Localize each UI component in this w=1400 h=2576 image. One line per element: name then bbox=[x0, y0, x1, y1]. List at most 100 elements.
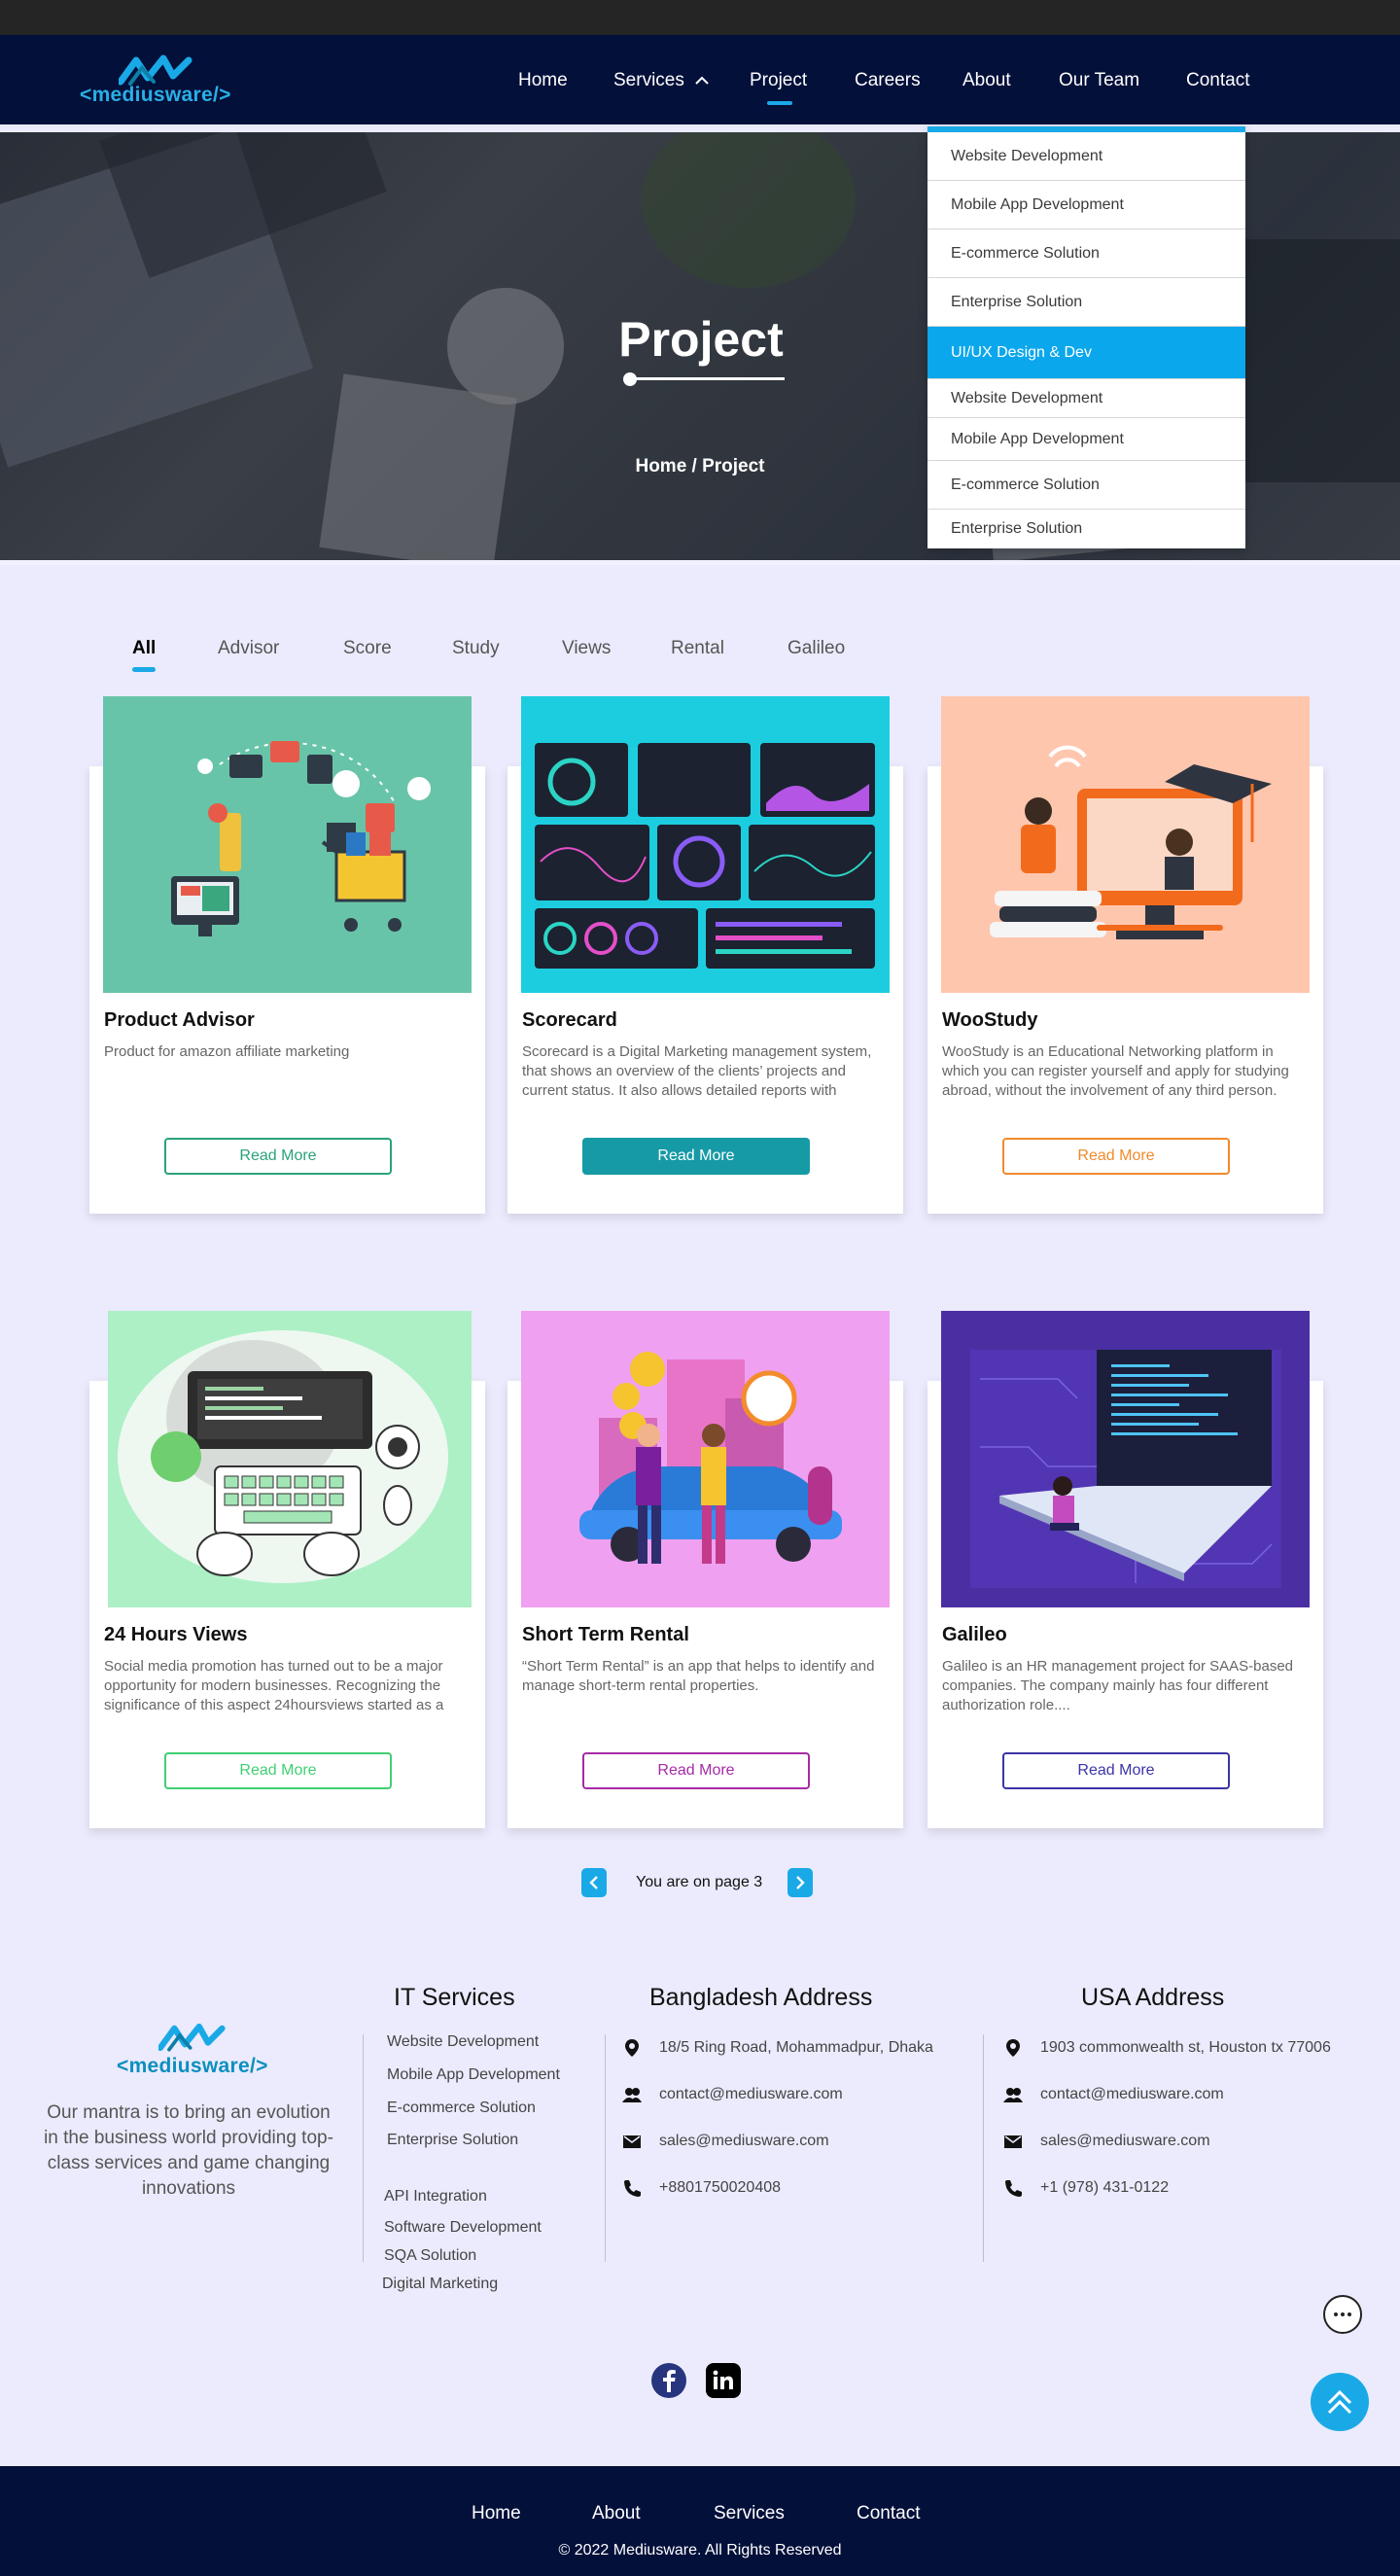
service-link[interactable]: Website Development bbox=[387, 2033, 539, 2051]
filter-tab-advisor[interactable]: Advisor bbox=[218, 638, 279, 659]
isometric-laptop-illustration-icon bbox=[970, 1350, 1281, 1588]
read-more-button[interactable]: Read More bbox=[1002, 1752, 1230, 1789]
project-description: Product for amazon affiliate marketing bbox=[104, 1043, 350, 1060]
project-card: Short Term Rental “Short Term Rental” is… bbox=[508, 1311, 903, 1828]
service-link[interactable]: Mobile App Development bbox=[387, 2066, 560, 2084]
nav-about[interactable]: About bbox=[962, 70, 1011, 91]
project-title: Scorecard bbox=[522, 1009, 617, 1031]
location-pin-icon bbox=[625, 2039, 639, 2057]
project-card: Product Advisor Product for amazon affil… bbox=[89, 696, 485, 1214]
nav-project[interactable]: Project bbox=[750, 70, 807, 91]
chat-button[interactable] bbox=[1323, 2295, 1362, 2334]
footer-link-contact[interactable]: Contact bbox=[857, 2503, 920, 2524]
project-card: Galileo Galileo is an HR management proj… bbox=[928, 1311, 1323, 1828]
dropdown-item[interactable]: E-commerce Solution bbox=[928, 461, 1245, 510]
ecommerce-illustration-icon bbox=[171, 741, 431, 936]
main-nav: Home Services Project Careers About Our … bbox=[0, 35, 1400, 128]
read-more-button[interactable]: Read More bbox=[164, 1752, 392, 1789]
nav-home[interactable]: Home bbox=[518, 70, 568, 91]
envelope-icon bbox=[1004, 2135, 1022, 2148]
usa-sales-email[interactable]: sales@mediusware.com bbox=[1040, 2133, 1210, 2150]
project-card: WooStudy WooStudy is an Educational Netw… bbox=[928, 696, 1323, 1214]
nav-services[interactable]: Services bbox=[613, 70, 709, 91]
title-underline-dot bbox=[623, 372, 637, 386]
project-image[interactable] bbox=[103, 696, 472, 993]
footer-logo-text: <mediusware/> bbox=[117, 2055, 268, 2077]
scroll-to-top-button[interactable] bbox=[1311, 2373, 1369, 2431]
phone-icon bbox=[624, 2180, 641, 2197]
service-link[interactable]: API Integration bbox=[384, 2188, 487, 2205]
dropdown-item[interactable]: Mobile App Development bbox=[928, 181, 1245, 229]
usa-phone-number[interactable]: +1 (978) 431-0122 bbox=[1040, 2179, 1169, 2197]
project-title: WooStudy bbox=[942, 1009, 1038, 1031]
dropdown-item[interactable]: Enterprise Solution bbox=[928, 278, 1245, 327]
service-link[interactable]: Digital Marketing bbox=[382, 2276, 498, 2293]
services-dropdown: Website Development Mobile App Developme… bbox=[928, 126, 1245, 548]
project-description: Social media promotion has turned out to… bbox=[104, 1658, 444, 1713]
usa-contact-email[interactable]: contact@mediusware.com bbox=[1040, 2086, 1224, 2103]
chat-bubble-icon bbox=[1334, 2312, 1351, 2316]
read-more-button[interactable]: Read More bbox=[1002, 1138, 1230, 1175]
service-link[interactable]: Software Development bbox=[384, 2219, 542, 2237]
project-image[interactable] bbox=[108, 1311, 472, 1607]
facebook-link[interactable] bbox=[651, 2363, 686, 2398]
project-title: Product Advisor bbox=[104, 1009, 255, 1031]
filter-tab-all[interactable]: All bbox=[132, 638, 156, 659]
footer-link-about[interactable]: About bbox=[592, 2503, 641, 2524]
read-more-button[interactable]: Read More bbox=[582, 1138, 810, 1175]
bd-phone-number[interactable]: +8801750020408 bbox=[659, 2179, 781, 2197]
previous-page-button[interactable] bbox=[581, 1868, 607, 1897]
filter-tab-views[interactable]: Views bbox=[562, 638, 611, 659]
project-description: WooStudy is an Educational Networking pl… bbox=[942, 1043, 1289, 1099]
project-description: Galileo is an HR management project for … bbox=[942, 1658, 1294, 1713]
footer-logo[interactable]: <mediusware/> bbox=[115, 2023, 309, 2081]
service-link[interactable]: Enterprise Solution bbox=[387, 2132, 518, 2149]
linkedin-icon bbox=[713, 2370, 733, 2389]
linkedin-link[interactable] bbox=[706, 2363, 741, 2398]
read-more-button[interactable]: Read More bbox=[164, 1138, 392, 1175]
dropdown-item[interactable]: E-commerce Solution bbox=[928, 229, 1245, 278]
footer-link-services[interactable]: Services bbox=[714, 2503, 785, 2524]
page-indicator: You are on page 3 bbox=[636, 1874, 763, 1890]
dropdown-item[interactable]: Mobile App Development bbox=[928, 418, 1245, 461]
chevron-right-icon bbox=[796, 1876, 805, 1889]
double-chevron-up-icon bbox=[1327, 2389, 1352, 2415]
nav-our-team[interactable]: Our Team bbox=[1059, 70, 1139, 91]
usa-address-text: 1903 commonwealth st, Houston tx 77006 bbox=[1040, 2039, 1331, 2056]
service-link[interactable]: E-commerce Solution bbox=[387, 2100, 536, 2117]
copyright-text: © 2022 Mediusware. All Rights Reserved bbox=[558, 2542, 842, 2558]
footer-mantra: Our mantra is to bring an evolution in t… bbox=[44, 2102, 333, 2199]
filter-tab-rental[interactable]: Rental bbox=[671, 638, 724, 659]
project-image[interactable] bbox=[521, 1311, 890, 1607]
filter-tab-study[interactable]: Study bbox=[452, 638, 500, 659]
dropdown-item[interactable]: Website Development bbox=[928, 379, 1245, 418]
facebook-icon bbox=[663, 2370, 676, 2392]
dropdown-item[interactable]: Website Development bbox=[928, 132, 1245, 181]
next-page-button[interactable] bbox=[788, 1868, 813, 1897]
chevron-up-icon bbox=[695, 76, 709, 85]
footer-link-home[interactable]: Home bbox=[472, 2503, 521, 2524]
hero-bottom-border bbox=[0, 560, 1400, 565]
project-image[interactable] bbox=[941, 1311, 1310, 1607]
service-link[interactable]: SQA Solution bbox=[384, 2247, 476, 2265]
dropdown-item[interactable]: Enterprise Solution bbox=[928, 510, 1245, 548]
project-image[interactable] bbox=[941, 696, 1310, 993]
project-card: 24 Hours Views Social media promotion ha… bbox=[89, 1311, 485, 1828]
filter-tab-score[interactable]: Score bbox=[343, 638, 392, 659]
project-card: Scorecard Scorecard is a Digital Marketi… bbox=[508, 696, 903, 1214]
filter-tab-galileo[interactable]: Galileo bbox=[788, 638, 845, 659]
education-illustration-icon bbox=[990, 745, 1272, 939]
page-title: Project bbox=[618, 312, 784, 367]
read-more-button[interactable]: Read More bbox=[582, 1752, 810, 1789]
footer-divider bbox=[983, 2034, 984, 2262]
project-image[interactable] bbox=[521, 696, 890, 993]
footer-bottom-bar: Home About Services Contact © 2022 Mediu… bbox=[0, 2466, 1400, 2576]
dropdown-item-selected[interactable]: UI/UX Design & Dev bbox=[928, 327, 1245, 379]
nav-contact[interactable]: Contact bbox=[1186, 70, 1249, 91]
users-icon bbox=[1003, 2088, 1023, 2102]
project-title: Galileo bbox=[942, 1624, 1007, 1645]
project-filter-tabs: All Advisor Score Study Views Rental Gal… bbox=[0, 634, 1400, 673]
bd-sales-email[interactable]: sales@mediusware.com bbox=[659, 2133, 829, 2150]
bd-contact-email[interactable]: contact@mediusware.com bbox=[659, 2086, 843, 2103]
nav-careers[interactable]: Careers bbox=[855, 70, 921, 91]
